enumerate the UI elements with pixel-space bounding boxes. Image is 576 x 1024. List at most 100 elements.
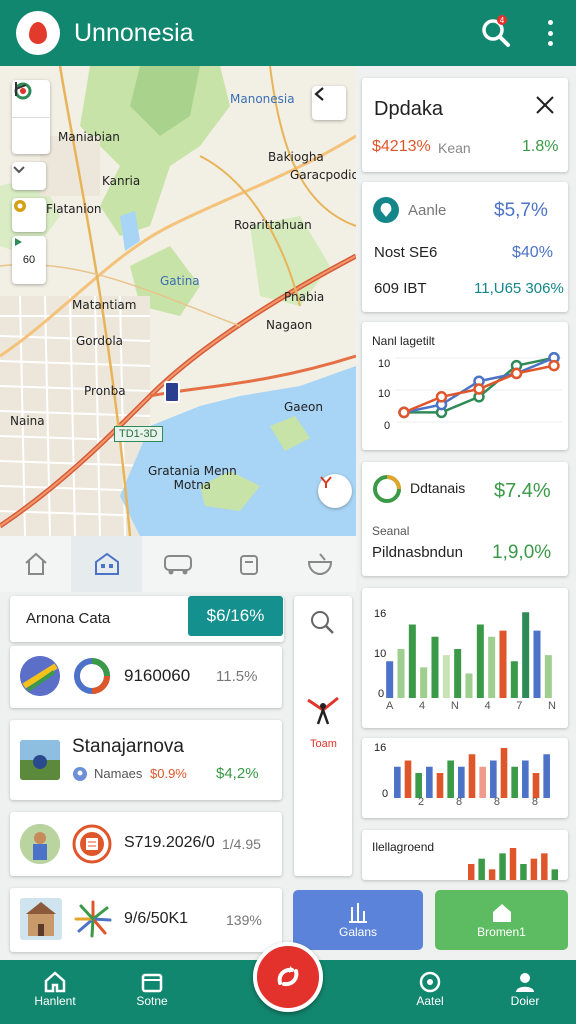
map-label: Gordola: [76, 334, 124, 348]
data-point: [435, 391, 448, 403]
bar: [476, 624, 484, 698]
house-icon: [492, 904, 511, 922]
bar: [544, 655, 552, 698]
y-tick: 10: [378, 358, 391, 370]
home-icon: [44, 971, 66, 993]
nav-item-activity[interactable]: Aatel: [395, 970, 465, 1008]
list-item[interactable]: Stanajarnova Namaes $0.9% $4,2%: [10, 720, 282, 800]
bar: [488, 636, 496, 698]
compass-button[interactable]: [318, 474, 352, 508]
map-label: Kanria: [102, 174, 141, 188]
tab-buildings[interactable]: [71, 536, 143, 592]
map-label: Garacpodio: [290, 168, 356, 182]
action-label: Galans: [338, 925, 378, 939]
list-item[interactable]: S719.2026/0 1/4.95: [10, 812, 282, 876]
nav-item-home[interactable]: Hanlent: [20, 970, 90, 1008]
layers-icon: [15, 82, 27, 96]
data-point: [398, 406, 410, 419]
bar: [465, 673, 473, 698]
list-item[interactable]: 9160060 11.5%: [10, 646, 282, 708]
location-icon: [14, 200, 26, 212]
tab-transport[interactable]: [142, 536, 213, 592]
nav-item-profile[interactable]: Doier: [490, 970, 560, 1008]
bar: [532, 773, 540, 798]
layer-toggle-button[interactable]: [12, 162, 46, 190]
bar: [426, 766, 433, 798]
tab-shopping[interactable]: [214, 536, 285, 592]
highlight-sub-value: 1,9,0%: [492, 542, 552, 563]
zoom-controls[interactable]: 60: [12, 236, 46, 284]
highlight-value: $7.4%: [494, 480, 551, 502]
search-tool-button[interactable]: [308, 608, 336, 641]
data-point: [473, 383, 485, 395]
x-tick: 4: [484, 700, 491, 712]
bar: [404, 760, 412, 798]
summary-title: Dpdaka: [374, 98, 443, 120]
bar: [431, 636, 439, 698]
bar: [530, 858, 538, 880]
category-tabs: [0, 536, 356, 592]
summary-value: $4213%: [372, 138, 431, 155]
close-button[interactable]: [534, 94, 556, 121]
map-view[interactable]: Manonesia Maniabian Bakiogha Kanria Gara…: [0, 66, 356, 536]
store-icon: [141, 973, 163, 993]
data-point: [510, 367, 523, 380]
bar: [442, 655, 450, 698]
nav-item-store[interactable]: Sotne: [117, 970, 187, 1008]
app-title: Unnonesia: [74, 18, 194, 47]
collapse-button[interactable]: [312, 86, 346, 120]
zoom-level-label: 60: [22, 254, 36, 266]
nav-label: Aatel: [416, 994, 444, 1008]
bar: [394, 766, 401, 798]
map-label: Gratania Menn Motna: [148, 464, 237, 492]
bar: [510, 661, 518, 698]
summary-percent: 1.8%: [522, 138, 559, 155]
shield-icon: [373, 197, 399, 223]
bar: [499, 630, 507, 698]
bar: [415, 773, 422, 798]
bar: [511, 766, 518, 798]
x-tick: 8: [531, 796, 538, 808]
search-button[interactable]: 4: [478, 14, 514, 50]
x-tick: N: [548, 700, 556, 712]
bar: [397, 649, 405, 698]
action-button-secondary[interactable]: Bromen1: [435, 890, 568, 950]
line-chart-card: Nanl lagetilt 10 10 0: [362, 322, 568, 450]
bar-chart: [394, 748, 550, 798]
home-outline-icon: [24, 552, 47, 575]
location-pin-icon[interactable]: [164, 381, 180, 403]
action-button-primary[interactable]: Galans: [293, 890, 423, 950]
map-label: Naina: [10, 414, 45, 428]
list-header-button[interactable]: $6/16%: [188, 596, 283, 636]
bar: [467, 864, 475, 880]
poi-button[interactable]: [12, 198, 46, 232]
map-label: Bakiogha: [268, 150, 324, 164]
compass-icon: [320, 476, 332, 488]
y-tick: 0: [384, 420, 391, 432]
item-title: 9160060: [124, 666, 191, 685]
summary-unit: Kean: [438, 140, 471, 156]
search-icon: [311, 611, 334, 634]
tab-home[interactable]: [0, 536, 71, 592]
more-menu-button[interactable]: [540, 18, 560, 48]
x-tick: 4: [419, 700, 426, 712]
tilt-button[interactable]: [12, 82, 50, 154]
more-dot-icon: [547, 20, 553, 25]
bar: [541, 853, 548, 880]
stat-value: 11,U65 306%: [474, 280, 564, 297]
app-bar: Unnonesia 4: [0, 0, 576, 66]
ring-icon: [373, 475, 401, 503]
line-chart: [396, 352, 562, 423]
x-axis-labels: A 4 N 4 7 N: [386, 700, 556, 712]
main-action-button[interactable]: [253, 942, 323, 1012]
list-header-title: Arnona Cata: [26, 610, 111, 627]
close-icon: [536, 96, 554, 114]
nav-label: Sotne: [136, 994, 168, 1008]
y-tick: 16: [374, 742, 387, 754]
team-label: Toam: [310, 738, 337, 750]
stat-label: Nost SE6: [374, 244, 438, 261]
list-item[interactable]: 9/6/50K1 139%: [10, 888, 282, 952]
team-button[interactable]: [304, 694, 342, 733]
item-thumbnail: [20, 824, 60, 864]
tab-food[interactable]: [285, 536, 356, 592]
